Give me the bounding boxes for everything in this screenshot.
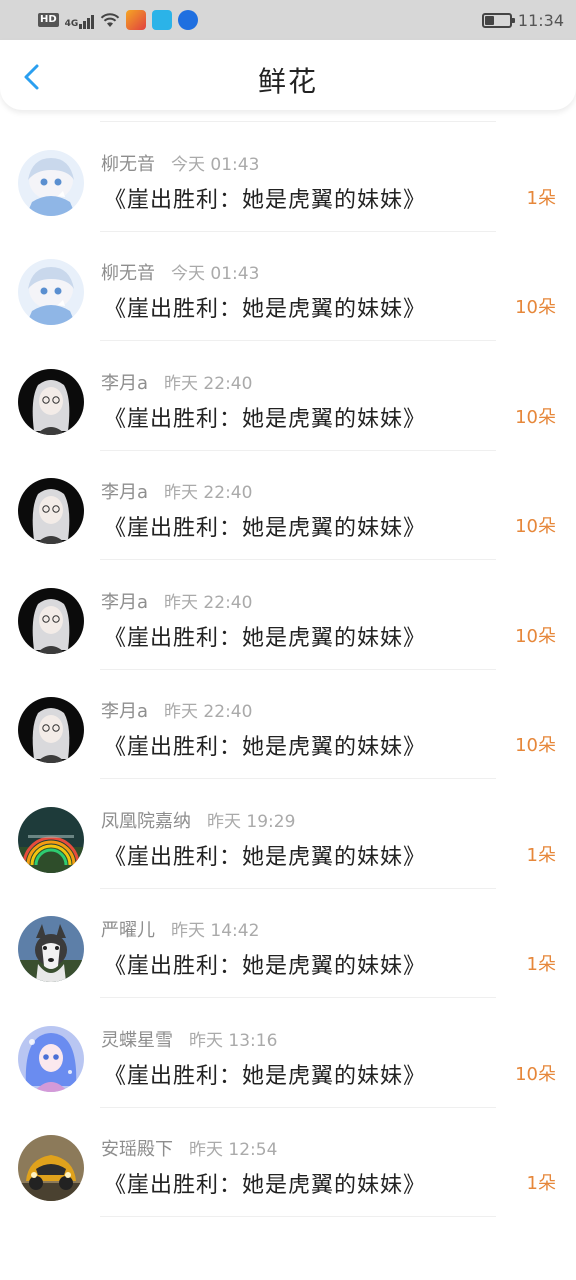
user-avatar-anime-girl-blue[interactable]: [18, 1025, 84, 1092]
user-name[interactable]: 严曜儿: [101, 920, 155, 941]
user-info: 李月a 昨天 22:40: [101, 697, 252, 723]
user-avatar-anime-girl-dark[interactable]: [18, 478, 84, 544]
flower-count: 10朵: [515, 625, 556, 647]
user-info: 柳无音 今天 01:43: [101, 259, 259, 285]
user-avatar-rainbow-night[interactable]: [18, 806, 84, 873]
work-title[interactable]: 《崖出胜利：她是虎翼的妹妹》: [104, 839, 426, 871]
record-time: 昨天 22:40: [164, 702, 253, 722]
record-time: 昨天 12:54: [189, 1140, 278, 1160]
record-time: 昨天 14:42: [171, 921, 260, 941]
record-time: 今天 01:43: [171, 154, 260, 175]
record-time: 昨天 13:16: [189, 1030, 278, 1051]
user-info: 李月a 昨天 22:40: [101, 478, 252, 504]
user-info: 柳无音 今天 01:43: [101, 150, 259, 176]
flower-count: 10朵: [515, 735, 556, 756]
work-title[interactable]: 《崖出胜利：她是虎翼的妹妹》: [104, 948, 426, 980]
page-title: 鲜花: [257, 65, 318, 98]
flower-record-row[interactable]: 严曜儿 昨天 14:42 《崖出胜利：她是虎翼的妹妹》 1朵: [0, 888, 576, 998]
flower-record-row[interactable]: 灵蝶星雪 昨天 13:16 《崖出胜利：她是虎翼的妹妹》 10朵: [0, 998, 576, 1108]
user-info: 严曜儿 昨天 14:42: [101, 916, 259, 942]
user-name[interactable]: 安瑶殿下: [101, 1139, 173, 1160]
record-time: 昨天 22:40: [164, 483, 253, 503]
flower-count: 1朵: [526, 1173, 556, 1194]
record-time: 今天 01:43: [171, 264, 260, 284]
user-info: 李月a 昨天 22:40: [101, 588, 252, 614]
record-time: 昨天 22:40: [164, 592, 253, 613]
flower-record-row[interactable]: 李月a 昨天 22:40 《崖出胜利：她是虎翼的妹妹》 10朵: [0, 669, 576, 779]
user-name[interactable]: 柳无音: [101, 154, 155, 175]
user-name[interactable]: 李月a: [101, 701, 148, 722]
work-title[interactable]: 《崖出胜利：她是虎翼的妹妹》: [104, 291, 426, 323]
user-avatar-anime-girl-light[interactable]: [18, 149, 84, 216]
flower-count: 10朵: [515, 297, 556, 318]
flower-record-row[interactable]: 李月a 昨天 22:40 《崖出胜利：她是虎翼的妹妹》 10朵: [0, 560, 576, 670]
flower-record-row[interactable]: 柳无音 今天 01:43 《崖出胜利：她是虎翼的妹妹》 10朵: [0, 231, 576, 341]
work-title[interactable]: 《崖出胜利：她是虎翼的妹妹》: [104, 620, 426, 652]
user-name[interactable]: 柳无音: [101, 263, 155, 284]
user-info: 灵蝶星雪 昨天 13:16: [101, 1026, 277, 1052]
user-name[interactable]: 李月a: [101, 592, 148, 613]
flower-record-row[interactable]: 柳无音 今天 01:43 《崖出胜利：她是虎翼的妹妹》 1朵: [0, 122, 576, 232]
row-divider: [100, 1216, 496, 1217]
flower-record-row[interactable]: 李月a 昨天 22:40 《崖出胜利：她是虎翼的妹妹》 10朵: [0, 450, 576, 560]
record-time: 昨天 22:40: [164, 373, 253, 394]
work-title[interactable]: 《崖出胜利：她是虎翼的妹妹》: [104, 510, 426, 542]
user-avatar-yellow-car[interactable]: [18, 1135, 84, 1201]
work-title[interactable]: 《崖出胜利：她是虎翼的妹妹》: [104, 729, 426, 761]
work-title[interactable]: 《崖出胜利：她是虎翼的妹妹》: [104, 182, 426, 214]
flower-count: 10朵: [515, 1063, 556, 1085]
user-info: 凤凰院嘉纳 昨天 19:29: [101, 807, 295, 833]
flower-record-row[interactable]: 凤凰院嘉纳 昨天 19:29 《崖出胜利：她是虎翼的妹妹》 1朵: [0, 779, 576, 889]
user-avatar-anime-girl-dark[interactable]: [18, 697, 84, 763]
work-title[interactable]: 《崖出胜利：她是虎翼的妹妹》: [104, 401, 426, 433]
flower-record-row[interactable]: 李月a 昨天 22:40 《崖出胜利：她是虎翼的妹妹》 10朵: [0, 341, 576, 451]
work-title[interactable]: 《崖出胜利：她是虎翼的妹妹》: [104, 1167, 426, 1199]
user-info: 李月a 昨天 22:40: [101, 369, 252, 395]
user-avatar-husky-dog[interactable]: [18, 916, 84, 982]
work-title[interactable]: 《崖出胜利：她是虎翼的妹妹》: [104, 1058, 426, 1090]
flower-count: 1朵: [526, 954, 556, 975]
record-time: 昨天 19:29: [207, 811, 296, 832]
flower-count: 1朵: [526, 187, 556, 209]
flower-count: 10朵: [515, 516, 556, 537]
top-nav-bar: 鲜花: [0, 40, 576, 110]
user-name[interactable]: 灵蝶星雪: [101, 1030, 173, 1051]
flower-count: 1朵: [526, 844, 556, 866]
user-avatar-anime-girl-dark[interactable]: [18, 368, 84, 435]
user-name[interactable]: 李月a: [101, 373, 148, 394]
user-avatar-anime-girl-dark[interactable]: [18, 587, 84, 654]
flower-count: 10朵: [515, 406, 556, 428]
user-name[interactable]: 李月a: [101, 482, 148, 503]
flower-record-row[interactable]: 安瑶殿下 昨天 12:54 《崖出胜利：她是虎翼的妹妹》 1朵: [0, 1107, 576, 1217]
user-name[interactable]: 凤凰院嘉纳: [101, 811, 191, 832]
user-avatar-anime-girl-light[interactable]: [18, 259, 84, 325]
user-info: 安瑶殿下 昨天 12:54: [101, 1135, 277, 1161]
